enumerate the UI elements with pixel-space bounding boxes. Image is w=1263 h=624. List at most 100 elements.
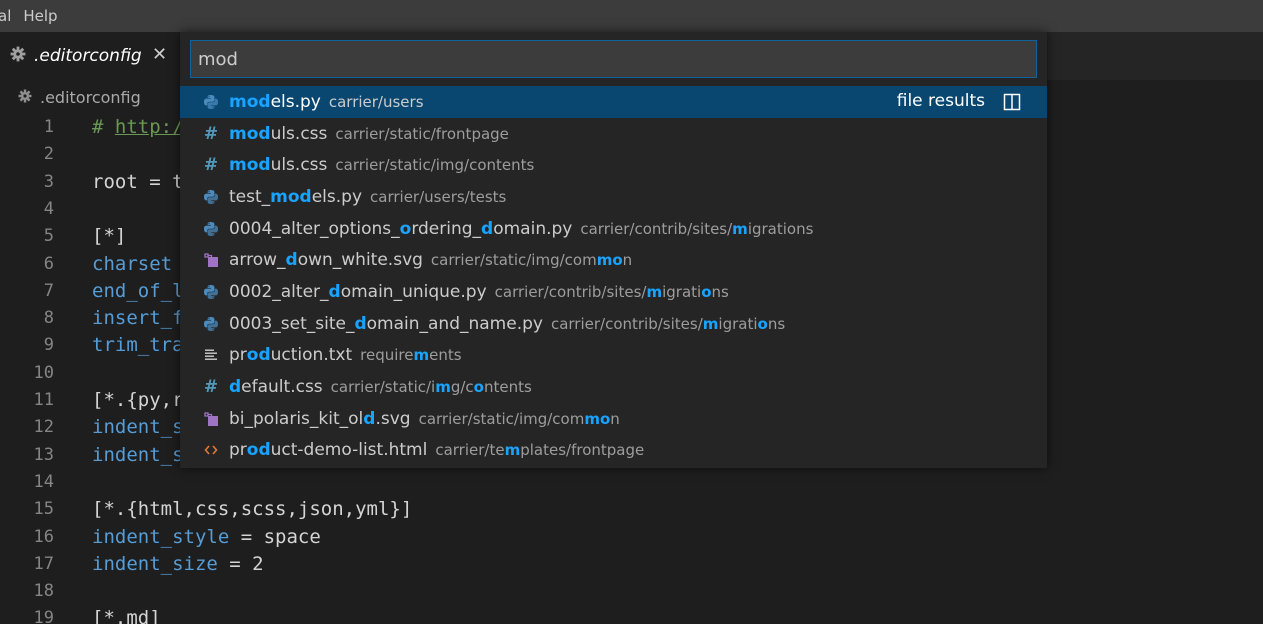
css-file-icon: # [203, 123, 219, 144]
code-token: root = t [92, 170, 184, 193]
code-token: [*.{py,r [92, 389, 184, 411]
python-file-icon [202, 188, 220, 206]
quick-open-result[interactable]: models.py carrier/users file results [180, 86, 1047, 118]
result-file-path: carrier/contrib/sites/migrations [495, 283, 729, 301]
result-file-name: moduls.css [229, 155, 327, 175]
code-token: = space [229, 525, 321, 548]
result-file-path: carrier/static/img/common [431, 251, 632, 269]
match-highlight: m [435, 378, 451, 397]
text-segment: carrier/contrib/sites/ [580, 219, 733, 238]
text-segment: els.py [270, 91, 321, 112]
result-file-name: 0004_alter_options_ordering_domain.py [229, 219, 572, 239]
code-token: [*.{html,css,scss,json,yml}] [92, 498, 413, 521]
text-segment: arrow_ [229, 250, 286, 271]
text-segment: ns [711, 282, 729, 301]
result-file-name: arrow_down_white.svg [229, 250, 423, 270]
code-token: indent_style [92, 525, 230, 548]
close-icon[interactable]: ✕ [152, 44, 167, 65]
quick-open-result[interactable]: production.txt requirements [180, 340, 1047, 372]
text-segment: carrier/static/img/contents [335, 156, 535, 175]
text-segment: 0002_alter_ [229, 281, 329, 302]
text-segment: efault.css [241, 377, 323, 398]
code-token: indent_s [92, 443, 184, 466]
result-file-path: carrier/static/img/contents [335, 156, 534, 174]
quick-open-result[interactable]: bi_polaris_kit_old.svg carrier/static/img… [180, 403, 1047, 435]
python-file-icon [202, 283, 220, 301]
text-segment: igrati [662, 282, 702, 301]
match-highlight: d [328, 281, 341, 302]
line-number: 10 [33, 362, 54, 383]
line-number: 6 [43, 253, 54, 274]
text-segment: omain_and_name.py [366, 313, 543, 334]
text-segment: pr [229, 440, 247, 461]
line-number: 3 [43, 171, 54, 192]
gear-icon [10, 46, 26, 66]
code-text: [*] [92, 223, 126, 250]
code-text: indent_s [92, 414, 184, 441]
code-text: indent_s [92, 442, 184, 469]
split-editor-icon[interactable] [1003, 93, 1021, 111]
breadcrumb[interactable]: .editorconfig [0, 80, 141, 114]
line-number: 14 [33, 471, 54, 492]
line-number: 17 [33, 553, 54, 574]
code-token: [*.md] [92, 607, 161, 624]
svg-file-icon [202, 251, 220, 269]
text-segment: require [360, 346, 414, 365]
match-highlight: m [646, 282, 663, 301]
line-number: 4 [43, 198, 54, 219]
result-file-path: carrier/contrib/sites/migrations [551, 315, 785, 333]
match-highlight: mo [596, 251, 623, 270]
line-number: 1 [43, 117, 54, 137]
text-segment: carrier/te [435, 441, 505, 460]
result-file-name: 0003_set_site_domain_and_name.py [229, 314, 543, 334]
text-segment: omain.py [493, 218, 573, 239]
quick-open-result[interactable]: # moduls.css carrier/static/img/contents [180, 149, 1047, 181]
match-highlight: m [702, 314, 719, 333]
text-segment: carrier/static/img/com [418, 409, 585, 428]
result-file-name: product-demo-list.html [229, 440, 427, 460]
quick-open-results: models.py carrier/users file results # modul… [180, 86, 1047, 466]
quick-open-result[interactable]: test_models.py carrier/users/tests [180, 181, 1047, 213]
line-number: 2 [43, 144, 54, 165]
quick-open-result[interactable]: product-demo-list.html carrier/templates/… [180, 435, 1047, 467]
code-token: indent_s [92, 416, 184, 439]
match-highlight: mo [584, 409, 611, 428]
text-segment: uls.css [270, 123, 328, 144]
match-highlight: mod [270, 186, 312, 207]
match-highlight: o [399, 218, 412, 239]
code-token: = 2 [217, 552, 264, 575]
quick-open-result[interactable]: 0004_alter_options_ordering_domain.py car… [180, 213, 1047, 245]
result-file-name: default.css [229, 377, 323, 397]
code-token: indent_size [92, 552, 218, 575]
match-highlight: mod [229, 155, 271, 176]
text-segment: carrier/contrib/sites/ [494, 282, 647, 301]
result-file-path: carrier/templates/frontpage [435, 441, 644, 459]
quick-open-result[interactable]: # default.css carrier/static/img/contents [180, 371, 1047, 403]
text-segment: own_white.svg [297, 250, 423, 271]
text-segment: carrier/static/i [330, 378, 436, 397]
line-number: 13 [33, 444, 54, 465]
tab-editorconfig[interactable]: .editorconfig ✕ [0, 32, 180, 80]
match-highlight: d [481, 218, 494, 239]
quick-open-result[interactable]: 0003_set_site_domain_and_name.py carrier/… [180, 308, 1047, 340]
code-token: end_of_l [92, 279, 184, 302]
text-segment: plates/frontpage [520, 441, 645, 460]
quick-open-input[interactable] [190, 40, 1037, 78]
quick-open-result[interactable]: 0002_alter_domain_unique.py carrier/contr… [180, 276, 1047, 308]
code-token: trim_tra [92, 334, 184, 357]
menu-terminal[interactable]: al [0, 0, 17, 32]
line-number: 9 [43, 335, 54, 356]
file-results-label: file results [896, 91, 985, 111]
match-highlight: d [354, 313, 367, 334]
match-highlight: o [701, 282, 712, 301]
quick-open-result[interactable]: arrow_down_white.svg carrier/static/img/c… [180, 244, 1047, 276]
quick-open-result[interactable]: # moduls.css carrier/static/frontpage [180, 118, 1047, 150]
menu-help[interactable]: Help [17, 0, 63, 32]
match-highlight: od [246, 345, 271, 366]
match-highlight: d [229, 377, 242, 398]
match-highlight: m [413, 346, 430, 365]
text-segment: uls.css [270, 155, 328, 176]
text-segment: omain_unique.py [340, 281, 487, 302]
code-token: # [92, 116, 115, 138]
text-segment: n [622, 251, 633, 270]
